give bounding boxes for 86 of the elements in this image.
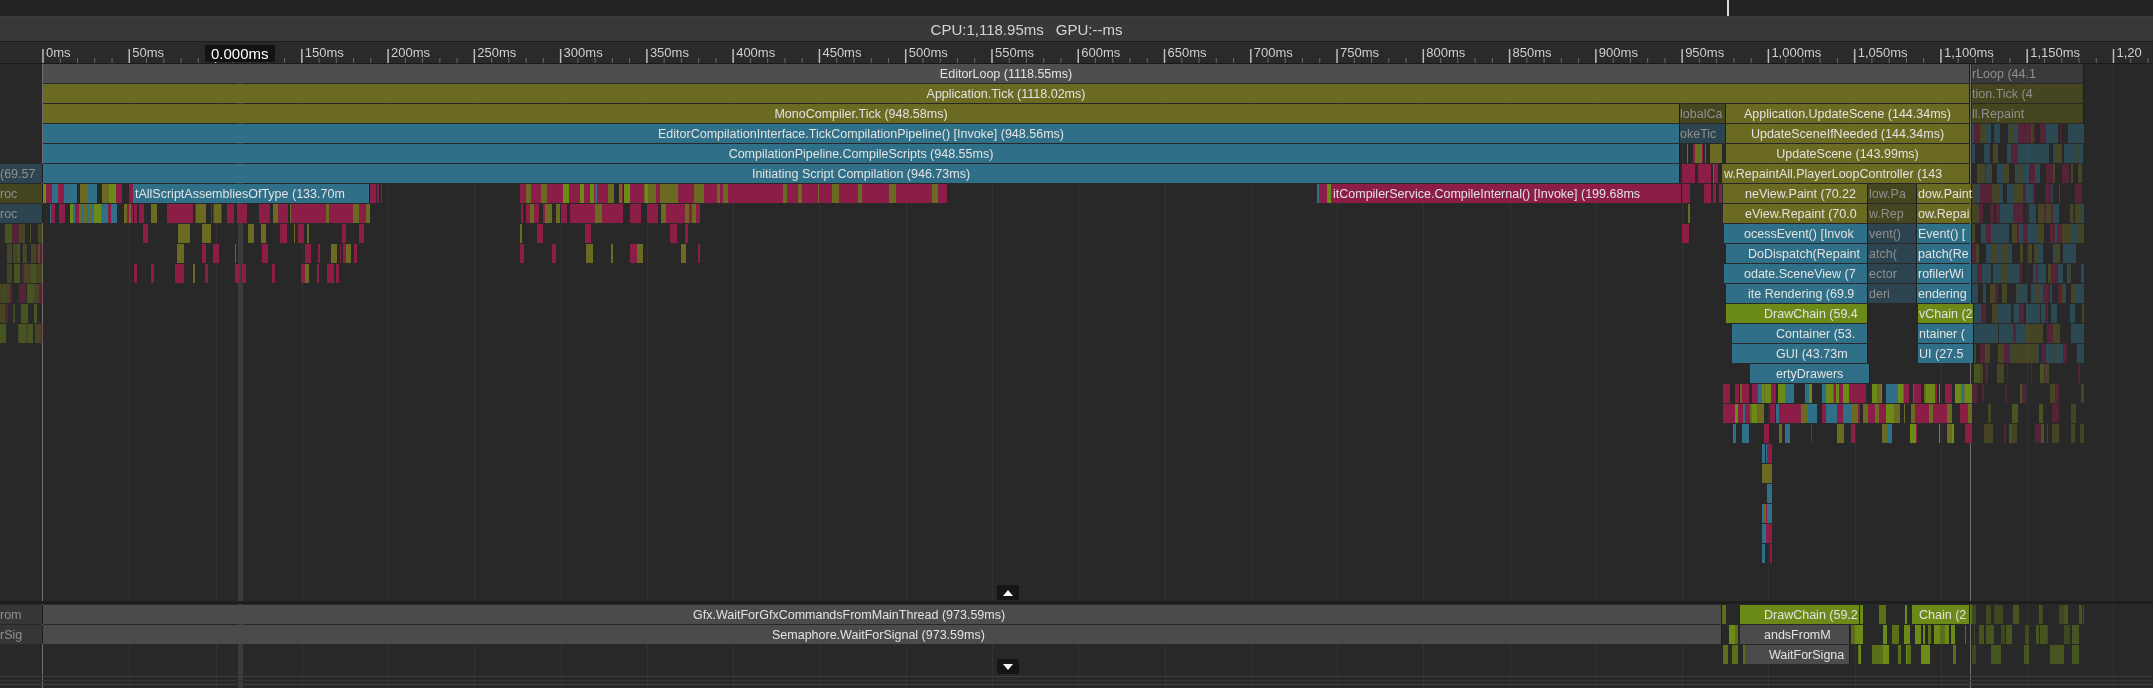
tick-label: 150ms: [304, 45, 344, 60]
sample-bar[interactable]: GUI (43.73m: [1732, 344, 1868, 363]
sample-bar[interactable]: EditorLoop (1118.55ms): [43, 64, 1970, 83]
tick-label: 400ms: [736, 45, 776, 60]
cursor-time-label: 0.000ms: [205, 45, 275, 62]
sample-bar[interactable]: Container (53.: [1732, 324, 1868, 343]
sample-bar[interactable]: EditorCompilationInterface.TickCompilationPipeline() [Invoke] (948.56ms): [43, 124, 1680, 143]
sample-bar[interactable]: deri: [1868, 284, 1917, 303]
sample-bar[interactable]: endering: [1917, 284, 1972, 303]
sample-bar[interactable]: Application.Tick (1118.02ms): [43, 84, 1970, 103]
sample-bar[interactable]: low.Pa: [1868, 184, 1917, 203]
sample-bar[interactable]: ow.Repai: [1917, 204, 1972, 223]
caret-down-icon: [1003, 663, 1013, 670]
cpu-time: CPU:1,118.95ms: [930, 20, 1044, 38]
sample-bar[interactable]: neView.Paint (70.22: [1723, 184, 1868, 203]
sample-slivers-drawing: [1317, 184, 1332, 203]
tick-label: 850ms: [1512, 45, 1552, 60]
sample-bar[interactable]: Chain (2: [1918, 605, 1970, 624]
sample-bar[interactable]: rSig: [0, 625, 43, 644]
tick-label: 1,050ms: [1857, 45, 1908, 60]
tick-label: 300ms: [563, 45, 603, 60]
sample-bar[interactable]: Initiating Script Compilation (946.73ms): [43, 164, 1680, 183]
sample-bar[interactable]: rLoop (44.1: [1972, 64, 2084, 83]
tick-label: 600ms: [1081, 45, 1121, 60]
sample-bar[interactable]: (69.57: [0, 164, 43, 183]
sample-bar[interactable]: itCompilerService.CompileInternal() [Invoke] (199.68ms: [1332, 184, 1682, 203]
tick-label: 1,000ms: [1771, 45, 1822, 60]
sample-bar[interactable]: andsFromM: [1740, 625, 1850, 644]
sample-bar[interactable]: UpdateScene (143.99ms): [1726, 144, 1970, 163]
sample-bar[interactable]: ite Rendering (69.9: [1726, 284, 1868, 303]
sample-bar[interactable]: Semaphore.WaitForSignal (973.59ms): [43, 625, 1722, 644]
sample-bar[interactable]: Gfx.WaitForGfxCommandsFromMainThread (973.59ms): [43, 605, 1722, 624]
sample-bar[interactable]: odate.SceneView (7: [1724, 264, 1868, 283]
caret-up-icon: [1003, 589, 1013, 596]
tick-label: 0ms: [46, 45, 71, 60]
sample-bar[interactable]: MonoCompiler.Tick (948.58ms): [43, 104, 1680, 123]
sample-bar[interactable]: ll.Repaint: [1972, 104, 2084, 123]
collapse-button[interactable]: [997, 585, 1019, 600]
sample-bar[interactable]: ertyDrawers: [1750, 364, 1870, 383]
tick-label: 750ms: [1340, 45, 1380, 60]
tick-label: 1,20: [2116, 45, 2142, 60]
tick-label: 650ms: [1167, 45, 1207, 60]
tick-label: 800ms: [1426, 45, 1466, 60]
sample-bar[interactable]: atch(: [1868, 244, 1917, 263]
gpu-time: GPU:--ms: [1055, 20, 1123, 38]
tick-label: 1,100ms: [1943, 45, 1994, 60]
sample-bar[interactable]: rofilerWi: [1917, 264, 1972, 283]
tick-label: 950ms: [1685, 45, 1725, 60]
sample-bar[interactable]: roc: [0, 184, 43, 203]
tick-label: 1,150ms: [2030, 45, 2081, 60]
tick-label: 500ms: [908, 45, 948, 60]
sample-bar[interactable]: WaitForSigna: [1745, 645, 1850, 664]
sample-bar[interactable]: okeTic: [1680, 124, 1726, 143]
tick-label: 50ms: [132, 45, 165, 60]
sample-bar[interactable]: ector: [1868, 264, 1917, 283]
tick-label: 350ms: [649, 45, 689, 60]
sample-bar[interactable]: rom: [0, 605, 43, 624]
sample-bar[interactable]: DrawChain (59.4: [1726, 304, 1868, 323]
sample-bar[interactable]: CompilationPipeline.CompileScripts (948.55ms): [43, 144, 1680, 163]
tick-label: 900ms: [1598, 45, 1638, 60]
sample-bar[interactable]: w.RepaintAll.PlayerLoopController (143: [1722, 164, 1970, 183]
sample-bar[interactable]: UI (27.5: [1918, 344, 1974, 363]
tick-label: 450ms: [822, 45, 862, 60]
sample-bar[interactable]: dow.Paint: [1917, 184, 1972, 203]
sample-bar[interactable]: roc: [0, 204, 43, 223]
tick-label: 200ms: [391, 45, 431, 60]
sample-bar[interactable]: patch(Re: [1917, 244, 1972, 263]
tick-label: 550ms: [994, 45, 1034, 60]
expand-button[interactable]: [997, 659, 1019, 674]
tick-label: 250ms: [477, 45, 517, 60]
sample-bar[interactable]: ocessEvent() [Invok: [1724, 224, 1868, 243]
sample-bar[interactable]: tion.Tick (4: [1972, 84, 2084, 103]
sample-bar[interactable]: tAllScriptAssembliesOfType (133.70m: [134, 184, 370, 203]
sample-bar[interactable]: eView.Repaint (70.0: [1723, 204, 1868, 223]
tick-label: 700ms: [1253, 45, 1293, 60]
sample-bar[interactable]: Application.UpdateScene (144.34ms): [1726, 104, 1970, 123]
sample-bar[interactable]: vent(): [1868, 224, 1917, 243]
sample-bar[interactable]: Event() [: [1917, 224, 1972, 243]
sample-bar[interactable]: UpdateSceneIfNeeded (144.34ms): [1726, 124, 1970, 143]
sample-bar[interactable]: lobalCa: [1680, 104, 1726, 123]
playhead-marker: [1727, 0, 1729, 16]
sample-bar[interactable]: ntainer (: [1918, 324, 1974, 343]
sample-bar[interactable]: w.Rep: [1868, 204, 1917, 223]
sample-bar[interactable]: DrawChain (59.2: [1740, 605, 1860, 624]
sample-bar[interactable]: vChain (2: [1918, 304, 1974, 323]
sample-bar[interactable]: DoDispatch(Repaint: [1726, 244, 1868, 263]
